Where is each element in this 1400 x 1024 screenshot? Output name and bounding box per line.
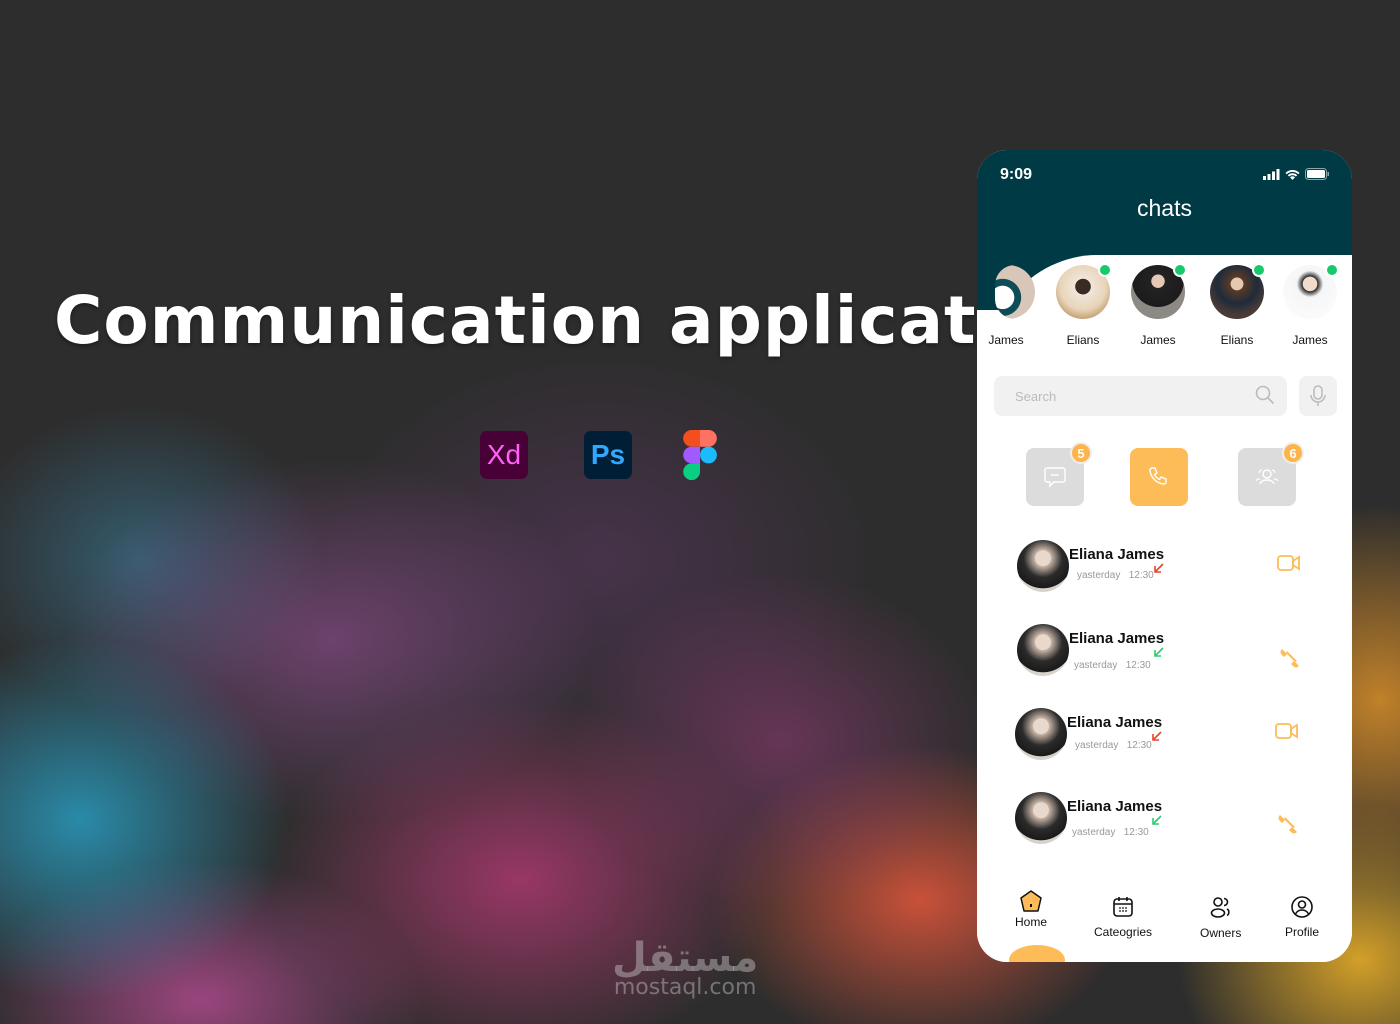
call-clock: 12:30 <box>1125 660 1151 671</box>
caller-name: Eliana James <box>1067 798 1163 815</box>
nav-label: Owners <box>1200 926 1242 940</box>
content-sheet <box>977 255 1352 962</box>
call-time: yasterday 12:30 <box>1077 570 1154 581</box>
nav-categories[interactable]: Cateogries <box>1094 896 1152 939</box>
search-input[interactable]: Search <box>994 376 1287 416</box>
story-avatar <box>1056 263 1112 319</box>
story-avatar <box>1210 263 1266 319</box>
stories-row: James Elians James Elians James <box>977 263 1352 355</box>
story-item[interactable]: Elians <box>1207 263 1267 347</box>
category-calls[interactable] <box>1130 448 1188 506</box>
figma-icon <box>683 430 717 480</box>
online-indicator <box>1325 263 1339 277</box>
nav-profile[interactable]: Profile <box>1285 896 1319 939</box>
chat-bubble-icon <box>1044 467 1066 488</box>
category-groups[interactable]: 6 <box>1238 442 1304 506</box>
status-time: 9:09 <box>1000 166 1033 183</box>
calendar-icon <box>1113 897 1133 917</box>
ps-label: Ps <box>590 439 626 470</box>
unread-badge: 6 <box>1282 442 1304 464</box>
call-clock: 12:30 <box>1123 827 1149 838</box>
watermark-latin: mostaql.com <box>613 975 757 1000</box>
battery-icon <box>1305 168 1329 180</box>
caller-name: Eliana James <box>1069 546 1165 563</box>
mostaql-watermark: مستقل mostaql.com <box>612 935 758 1000</box>
online-indicator <box>1252 263 1266 277</box>
call-row[interactable]: Eliana James yasterday 12:30 <box>977 624 1352 684</box>
wifi-icon <box>1285 169 1300 180</box>
unread-badge: 5 <box>1070 442 1092 464</box>
call-row[interactable]: Eliana James yasterday 12:30 <box>977 708 1352 768</box>
incoming-call-arrow-icon <box>1154 647 1164 657</box>
voice-search-button[interactable] <box>1299 376 1337 416</box>
signal-icon <box>1263 168 1280 180</box>
adobe-xd-icon: Xd <box>480 431 528 479</box>
story-avatar <box>1283 263 1339 319</box>
incoming-call-arrow-icon <box>1152 815 1162 825</box>
xd-label: Xd <box>486 439 522 470</box>
story-item[interactable]: James <box>977 265 1036 347</box>
call-clock: 12:30 <box>1128 570 1154 581</box>
video-call-icon[interactable] <box>1275 722 1299 740</box>
story-name: James <box>1292 333 1328 347</box>
story-item[interactable]: James <box>1128 263 1188 347</box>
voice-call-icon[interactable] <box>1277 646 1301 670</box>
call-time: yasterday 12:30 <box>1074 660 1151 671</box>
search-placeholder: Search <box>1015 389 1057 404</box>
nav-home[interactable]: Home <box>1015 890 1047 929</box>
photoshop-icon: Ps <box>584 431 632 479</box>
call-day: yasterday <box>1072 827 1116 838</box>
caller-avatar <box>1015 708 1067 760</box>
story-item[interactable]: Elians <box>1053 263 1113 347</box>
users-icon <box>1210 897 1230 918</box>
video-call-icon[interactable] <box>1277 554 1301 572</box>
story-name: Elians <box>1220 333 1254 347</box>
search-icon[interactable] <box>1255 385 1275 405</box>
call-time: yasterday 12:30 <box>1072 827 1149 838</box>
story-avatar <box>1131 263 1187 319</box>
phone-mockup: 9:09 chats James Elians James Elians Jam… <box>977 150 1352 962</box>
category-messages[interactable]: 5 <box>1026 442 1092 506</box>
home-icon <box>1020 890 1042 912</box>
story-name: James <box>1140 333 1176 347</box>
caller-name: Eliana James <box>1069 630 1165 647</box>
call-clock: 12:30 <box>1126 740 1152 751</box>
story-name: James <box>988 333 1024 347</box>
page-title: chats <box>1137 195 1192 221</box>
poster-title: Communication application <box>54 282 1095 359</box>
call-day: yasterday <box>1074 660 1118 671</box>
caller-avatar <box>1015 792 1067 844</box>
microphone-icon <box>1310 385 1326 406</box>
call-day: yasterday <box>1077 570 1121 581</box>
story-item[interactable]: James <box>1280 263 1340 347</box>
missed-call-arrow-icon <box>1152 731 1162 741</box>
phone-icon <box>1149 467 1167 485</box>
call-day: yasterday <box>1075 740 1119 751</box>
call-row[interactable]: Eliana James yasterday 12:30 <box>977 540 1352 600</box>
nav-owners[interactable]: Owners <box>1200 895 1241 940</box>
voice-call-icon[interactable] <box>1275 812 1299 836</box>
call-time: yasterday 12:30 <box>1075 740 1152 751</box>
caller-avatar <box>1017 540 1069 592</box>
missed-call-arrow-icon <box>1154 563 1164 573</box>
status-icons <box>1263 168 1330 180</box>
story-name: Elians <box>1066 333 1100 347</box>
nav-label: Profile <box>1285 925 1320 939</box>
online-indicator <box>1173 263 1187 277</box>
nav-label: Cateogries <box>1094 925 1153 939</box>
call-row[interactable]: Eliana James yasterday 12:30 <box>977 792 1352 852</box>
story-avatar <box>995 265 1035 319</box>
group-icon <box>1255 469 1279 485</box>
profile-icon <box>1291 896 1313 918</box>
caller-avatar <box>1017 624 1069 676</box>
online-indicator <box>1098 263 1112 277</box>
caller-name: Eliana James <box>1067 714 1163 731</box>
nav-label: Home <box>1015 915 1048 929</box>
